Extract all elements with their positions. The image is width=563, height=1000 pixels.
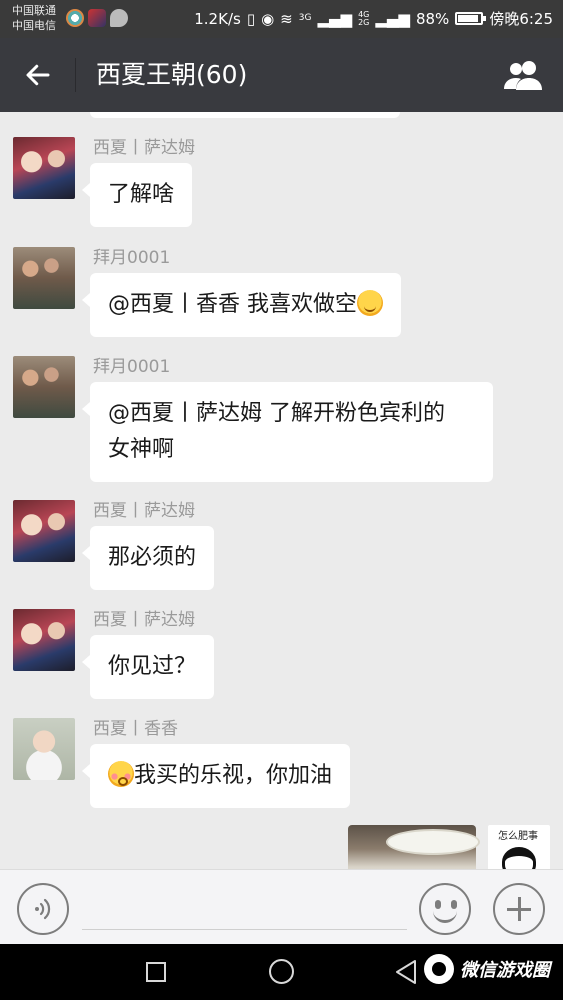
battery-icon <box>455 12 487 25</box>
input-bar <box>0 869 563 944</box>
emoji-button[interactable] <box>419 883 471 935</box>
message-text: 你见过？ <box>108 654 197 679</box>
watermark-logo-icon <box>424 954 454 984</box>
signal-3g-label: 3G <box>298 13 312 23</box>
header-divider <box>75 58 76 92</box>
sender-name: 西夏丨萨达姆 <box>93 138 195 158</box>
message-bubble[interactable]: 了解啥 <box>81 163 193 227</box>
message-text-line-2: 女神啊 <box>108 437 175 462</box>
message-text: @西夏丨香香 我喜欢做空 <box>108 292 357 317</box>
self-avatar-caption: 怎么肥事 <box>498 831 538 842</box>
self-avatar[interactable]: 怎么肥事 <box>488 825 550 869</box>
sender-avatar[interactable] <box>13 609 75 671</box>
emoji-icon-right-eye <box>451 900 457 909</box>
chat-header: 西夏王朝(60) <box>0 38 563 112</box>
back-button[interactable] <box>16 56 60 94</box>
watermark: 微信游戏圈 <box>424 954 550 984</box>
sender-avatar[interactable] <box>13 247 75 309</box>
notification-icons <box>66 9 128 27</box>
signal-icon: ▂▄▆ <box>317 9 353 28</box>
message-notification-icon <box>110 9 128 27</box>
message-text: 我买的乐视，你加油 <box>134 763 333 788</box>
message-bubble[interactable]: 你见过？ <box>81 635 215 699</box>
vibrate-icon: ▯ <box>246 9 256 28</box>
emoji-icon-left-eye <box>435 900 441 909</box>
voice-input-button[interactable] <box>17 883 69 935</box>
carrier-2: 中国电信 <box>12 19 56 32</box>
sent-image-message[interactable] <box>348 825 480 869</box>
sender-avatar[interactable] <box>13 356 75 418</box>
recent-apps-button[interactable] <box>146 962 166 982</box>
group-members-button[interactable] <box>499 56 547 94</box>
previous-message-bubble <box>90 112 400 118</box>
sender-name: 拜月0001 <box>93 248 171 268</box>
grinning-face-emoji <box>357 290 383 316</box>
nav-back-icon[interactable] <box>393 958 419 986</box>
group-members-icon <box>504 61 542 90</box>
message-bubble[interactable]: 我买的乐视，你加油 <box>81 744 351 808</box>
message-input[interactable] <box>82 890 407 930</box>
message-text: 那必须的 <box>108 545 197 570</box>
message-bubble[interactable]: @西夏丨香香 我喜欢做空 <box>82 273 401 337</box>
cartoon-face-icon <box>502 847 536 869</box>
carrier-names: 中国联通 中国电信 <box>12 3 56 33</box>
home-button[interactable] <box>269 959 294 984</box>
signal-2g-label: 2G <box>358 17 370 27</box>
sender-name: 西夏丨香香 <box>93 719 178 739</box>
arrow-left-icon <box>26 64 50 86</box>
sender-avatar[interactable] <box>13 137 75 199</box>
system-nav-bar: 微信游戏圈 <box>0 944 563 1000</box>
blushing-face-emoji <box>108 761 134 787</box>
message-bubble[interactable]: 那必须的 <box>81 526 215 590</box>
watermark-text: 微信游戏圈 <box>460 960 550 981</box>
sender-name: 西夏丨萨达姆 <box>93 610 195 630</box>
signal-4g-2g: 4G 2G <box>358 10 370 27</box>
sender-name: 拜月0001 <box>93 357 171 377</box>
sender-avatar[interactable] <box>13 500 75 562</box>
network-speed: 1.2K/s <box>194 9 241 28</box>
chat-title: 西夏王朝(60) <box>96 60 248 89</box>
wifi-icon: ≋ <box>280 9 293 28</box>
status-right: 1.2K/s ▯ ◉ ≋ 3G ▂▄▆ 4G 2G ▂▄▆ 88% 傍晚6:25 <box>194 8 553 29</box>
message-list[interactable]: 西夏丨萨达姆 了解啥 拜月0001 @西夏丨香香 我喜欢做空 拜月0001 @西… <box>0 112 563 869</box>
more-options-button[interactable] <box>493 883 545 935</box>
battery-percent: 88% <box>415 9 450 28</box>
sender-avatar[interactable] <box>13 718 75 780</box>
carrier-1: 中国联通 <box>12 4 56 17</box>
message-text-line-1: @西夏丨萨达姆 了解开粉色宾利的 <box>108 401 445 426</box>
game-notification-icon <box>88 9 106 27</box>
clock: 傍晚6:25 <box>489 10 553 28</box>
message-bubble[interactable]: @西夏丨萨达姆 了解开粉色宾利的 女神啊 <box>82 382 493 482</box>
sender-name: 西夏丨萨达姆 <box>93 501 195 521</box>
voice-input-icon <box>35 898 51 920</box>
status-bar: 中国联通 中国电信 1.2K/s ▯ ◉ ≋ 3G ▂▄▆ 4G 2G ▂▄▆ … <box>0 0 563 38</box>
emoji-icon <box>433 911 457 923</box>
app-notification-icon <box>66 9 84 27</box>
message-text: 了解啥 <box>108 182 175 207</box>
eye-icon: ◉ <box>261 9 275 28</box>
signal-icon-2: ▂▄▆ <box>375 9 410 28</box>
